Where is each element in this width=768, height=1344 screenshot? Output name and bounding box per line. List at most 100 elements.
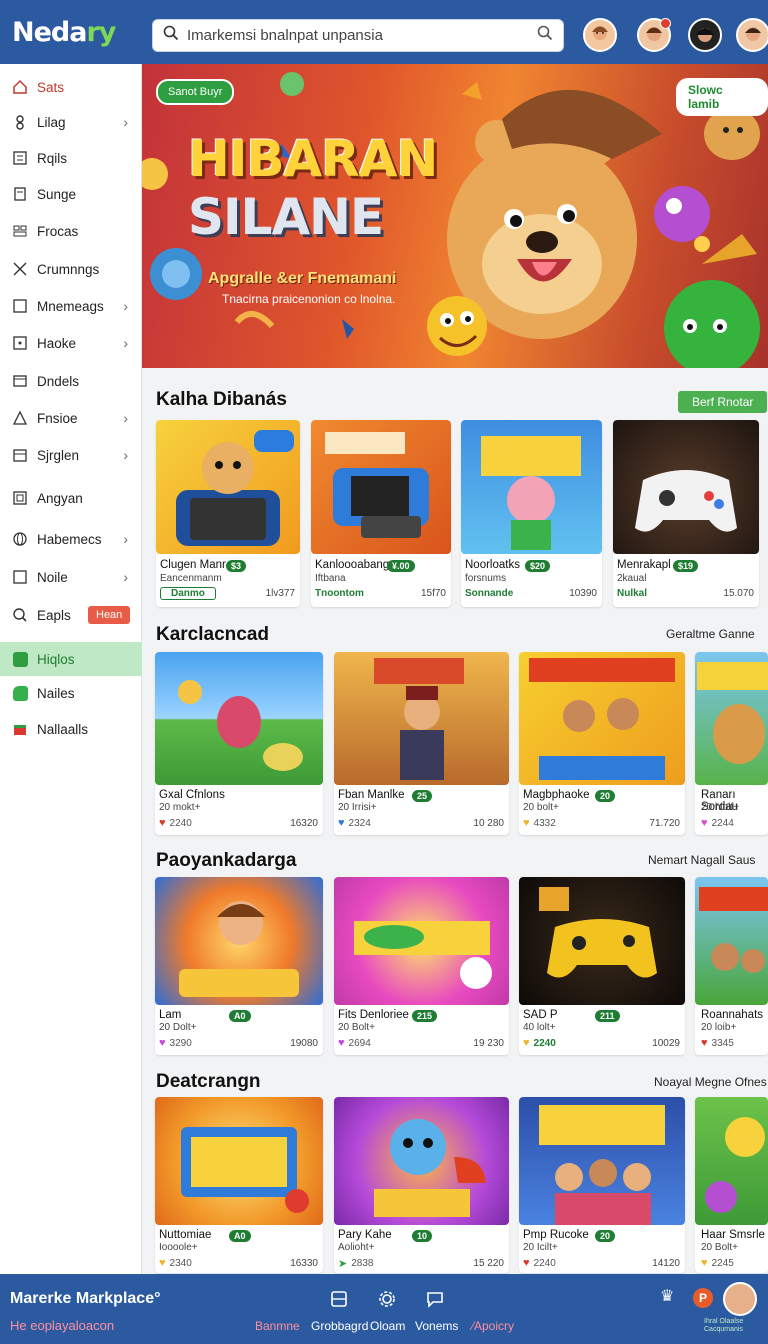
footer-nav-item[interactable]: ⁄Apoicry [472,1319,514,1333]
hero-right-pill-button[interactable]: Slowc lamib [676,78,768,116]
game-rating: ♥ 2340 [159,1257,192,1269]
sidebar-item-fnsioe[interactable]: Fnsioe › [0,401,142,435]
game-subtitle: Aolioht+ [338,1242,375,1253]
game-card[interactable]: Fits Denloriee 215 20 Bolt+ ♥ 2694 19 230 [334,877,509,1055]
section-action-button[interactable]: Berf Rnotar [678,391,768,413]
game-subtitle: 20 Dolt+ [159,1022,197,1033]
search-input[interactable] [187,27,537,44]
app: { "app": {"logo_main": "Neda", "logo_acc… [0,0,768,1344]
game-thumbnail [613,420,759,554]
sidebar-item-eapls[interactable]: Eapls Hean [0,598,142,632]
sidebar-item-noile[interactable]: Noile › [0,560,142,594]
avatar-icon[interactable] [583,18,617,52]
section-action-link[interactable]: Geraltme Ganne [666,627,755,641]
game-card[interactable]: Menrakapl $19 2kaual Nulkal 15.070 [613,420,759,607]
green-square-icon [11,650,29,668]
footer-subtitle[interactable]: He eoplayaloacon [10,1318,114,1333]
game-card[interactable]: Roannahats 20 loib+ ♥ 3345 [695,877,768,1055]
price-tag: 10 [412,1230,433,1242]
game-card[interactable]: Lam A0 20 Dolt+ ♥ 3290 19080 [155,877,323,1055]
game-likes: 4332 [533,817,556,829]
game-name: SAD P [523,1009,558,1021]
grid-icon [11,222,29,240]
search-submit-icon[interactable] [537,25,553,46]
avatar-icon[interactable] [688,18,722,52]
game-card[interactable]: Kanloooabang ¥.00 Iftbana Tnoontom 15f70 [311,420,451,607]
hero-tagline: Tnacirna praicenonion co lnolna. [222,292,396,306]
square-icon [11,297,29,315]
user-avatar[interactable] [723,1282,757,1316]
sidebar-item-crumnngs[interactable]: Crumnngs [0,252,142,286]
game-card[interactable]: Nuttomiae A0 Ioooole+ ♥ 2340 16330 [155,1097,323,1273]
avatar-icon[interactable] [736,18,768,52]
game-card[interactable]: Fban Manlke 25 20 Irrisi+ ♥ 2324 10 280 [334,652,509,835]
gear-icon[interactable] [378,1290,396,1313]
game-name: Roannahats [701,1009,764,1021]
game-card[interactable]: Haar Smsrle 20 Bolt+ ♥ 2245 [695,1097,768,1273]
crown-icon[interactable]: ♛ [660,1286,674,1306]
hero-title: HIBARAN SILANE [188,130,448,246]
game-thumbnail [155,877,323,1005]
game-card[interactable]: Gxal Cfnlons 20 mokt+ ♥ 2240 16320 [155,652,323,835]
footer-nav-item[interactable]: Vonems [415,1319,458,1333]
game-likes: 3290 [169,1037,192,1049]
app-logo[interactable]: Nedary [12,16,116,48]
sidebar-item-lilag[interactable]: Lilag › [0,105,142,139]
sidebar-item-label: Dndels [37,373,80,389]
chat-icon[interactable] [426,1290,444,1313]
game-rating: ♥ 4332 [523,817,556,829]
game-rating: ♥ 2244 [701,817,734,829]
game-meta-left: Sonnande [465,588,514,599]
section-action-link[interactable]: Noayal Megne Ofnes [654,1075,767,1089]
game-card[interactable]: Clugen Manr $3 Eancenmanm Danmo 1lv377 [156,420,300,607]
sidebar-item-label: Habemecs [37,531,102,547]
game-subtitle: Iftbana [315,573,346,584]
footer-nav-item[interactable]: Banmne [255,1319,300,1333]
logo-text: Neda [12,16,87,48]
game-card[interactable]: Pary Kahe 10 Aolioht+ ➤ 2838 15 220 [334,1097,509,1273]
game-count: 10 280 [473,818,504,829]
footer-nav-item[interactable]: Oloam [370,1319,405,1333]
hero-left-pill[interactable]: Sanot Buyr [156,79,235,105]
game-count: 19 230 [473,1038,504,1049]
search-icon [11,606,29,624]
game-likes: 2240 [533,1257,556,1269]
price-tag: 20 [595,790,616,802]
game-thumbnail [155,652,323,785]
game-likes: 2240 [533,1037,556,1049]
sidebar-item-nailes[interactable]: Nailes [0,676,142,710]
avatar-icon[interactable] [637,18,671,52]
sidebar-item-mnemeags[interactable]: Mnemeags › [0,289,142,323]
sidebar-item-habemecs[interactable]: Habemecs › [0,522,142,556]
sidebar-item-hiqlos[interactable]: Hiqlos [0,642,142,676]
game-card[interactable]: Magbphaoke 20 20 bolt+ ♥ 4332 71.720 [519,652,685,835]
chevron-right-icon: › [123,531,128,547]
sidebar-item-sats[interactable]: Sats [0,70,142,104]
box-icon[interactable] [330,1290,348,1313]
game-card[interactable]: Ranarı Sordau 20 hloif+ ♥ 2244 [695,652,768,835]
heart-icon: ♥ [701,1257,708,1269]
price-tag: A0 [229,1230,251,1242]
coin-icon[interactable]: P [693,1288,713,1308]
sidebar-item-frocas[interactable]: Frocas [0,214,142,248]
sidebar-item-label: Eapls [37,607,71,623]
game-name: Kanloooabang [315,559,390,571]
list-icon [11,149,29,167]
section-action-link[interactable]: Nemart Nagall Saus [648,853,755,867]
game-card[interactable]: SAD P 211 40 lolt+ ♥ 2240 10029 [519,877,685,1055]
heart-icon: ♥ [523,1257,530,1269]
sidebar-item-haoke[interactable]: Haoke › [0,326,142,360]
game-card[interactable]: Noorloatks $20 forsnums Sonnande 10390 [461,420,602,607]
sidebar-item-dndels[interactable]: Dndels [0,364,142,398]
game-card[interactable]: Pmp Rucoke 20 20 Icilt+ ♥ 2240 14120 [519,1097,685,1273]
sidebar-item-rqils[interactable]: Rqils [0,141,142,175]
sidebar-item-angyan[interactable]: Angyan [0,481,142,515]
footer-nav-item[interactable]: Grobbagrd [311,1319,368,1333]
game-thumbnail [334,652,509,785]
game-rating: ♥ 3290 [159,1037,192,1049]
arrow-icon: ➤ [338,1258,348,1270]
sidebar-item-sunge[interactable]: Sunge [0,177,142,211]
heart-icon: ♥ [701,1037,708,1049]
sidebar-item-nallaalls[interactable]: Nallaalls [0,712,142,746]
sidebar-item-sjrglen[interactable]: Sjrglen › [0,438,142,472]
